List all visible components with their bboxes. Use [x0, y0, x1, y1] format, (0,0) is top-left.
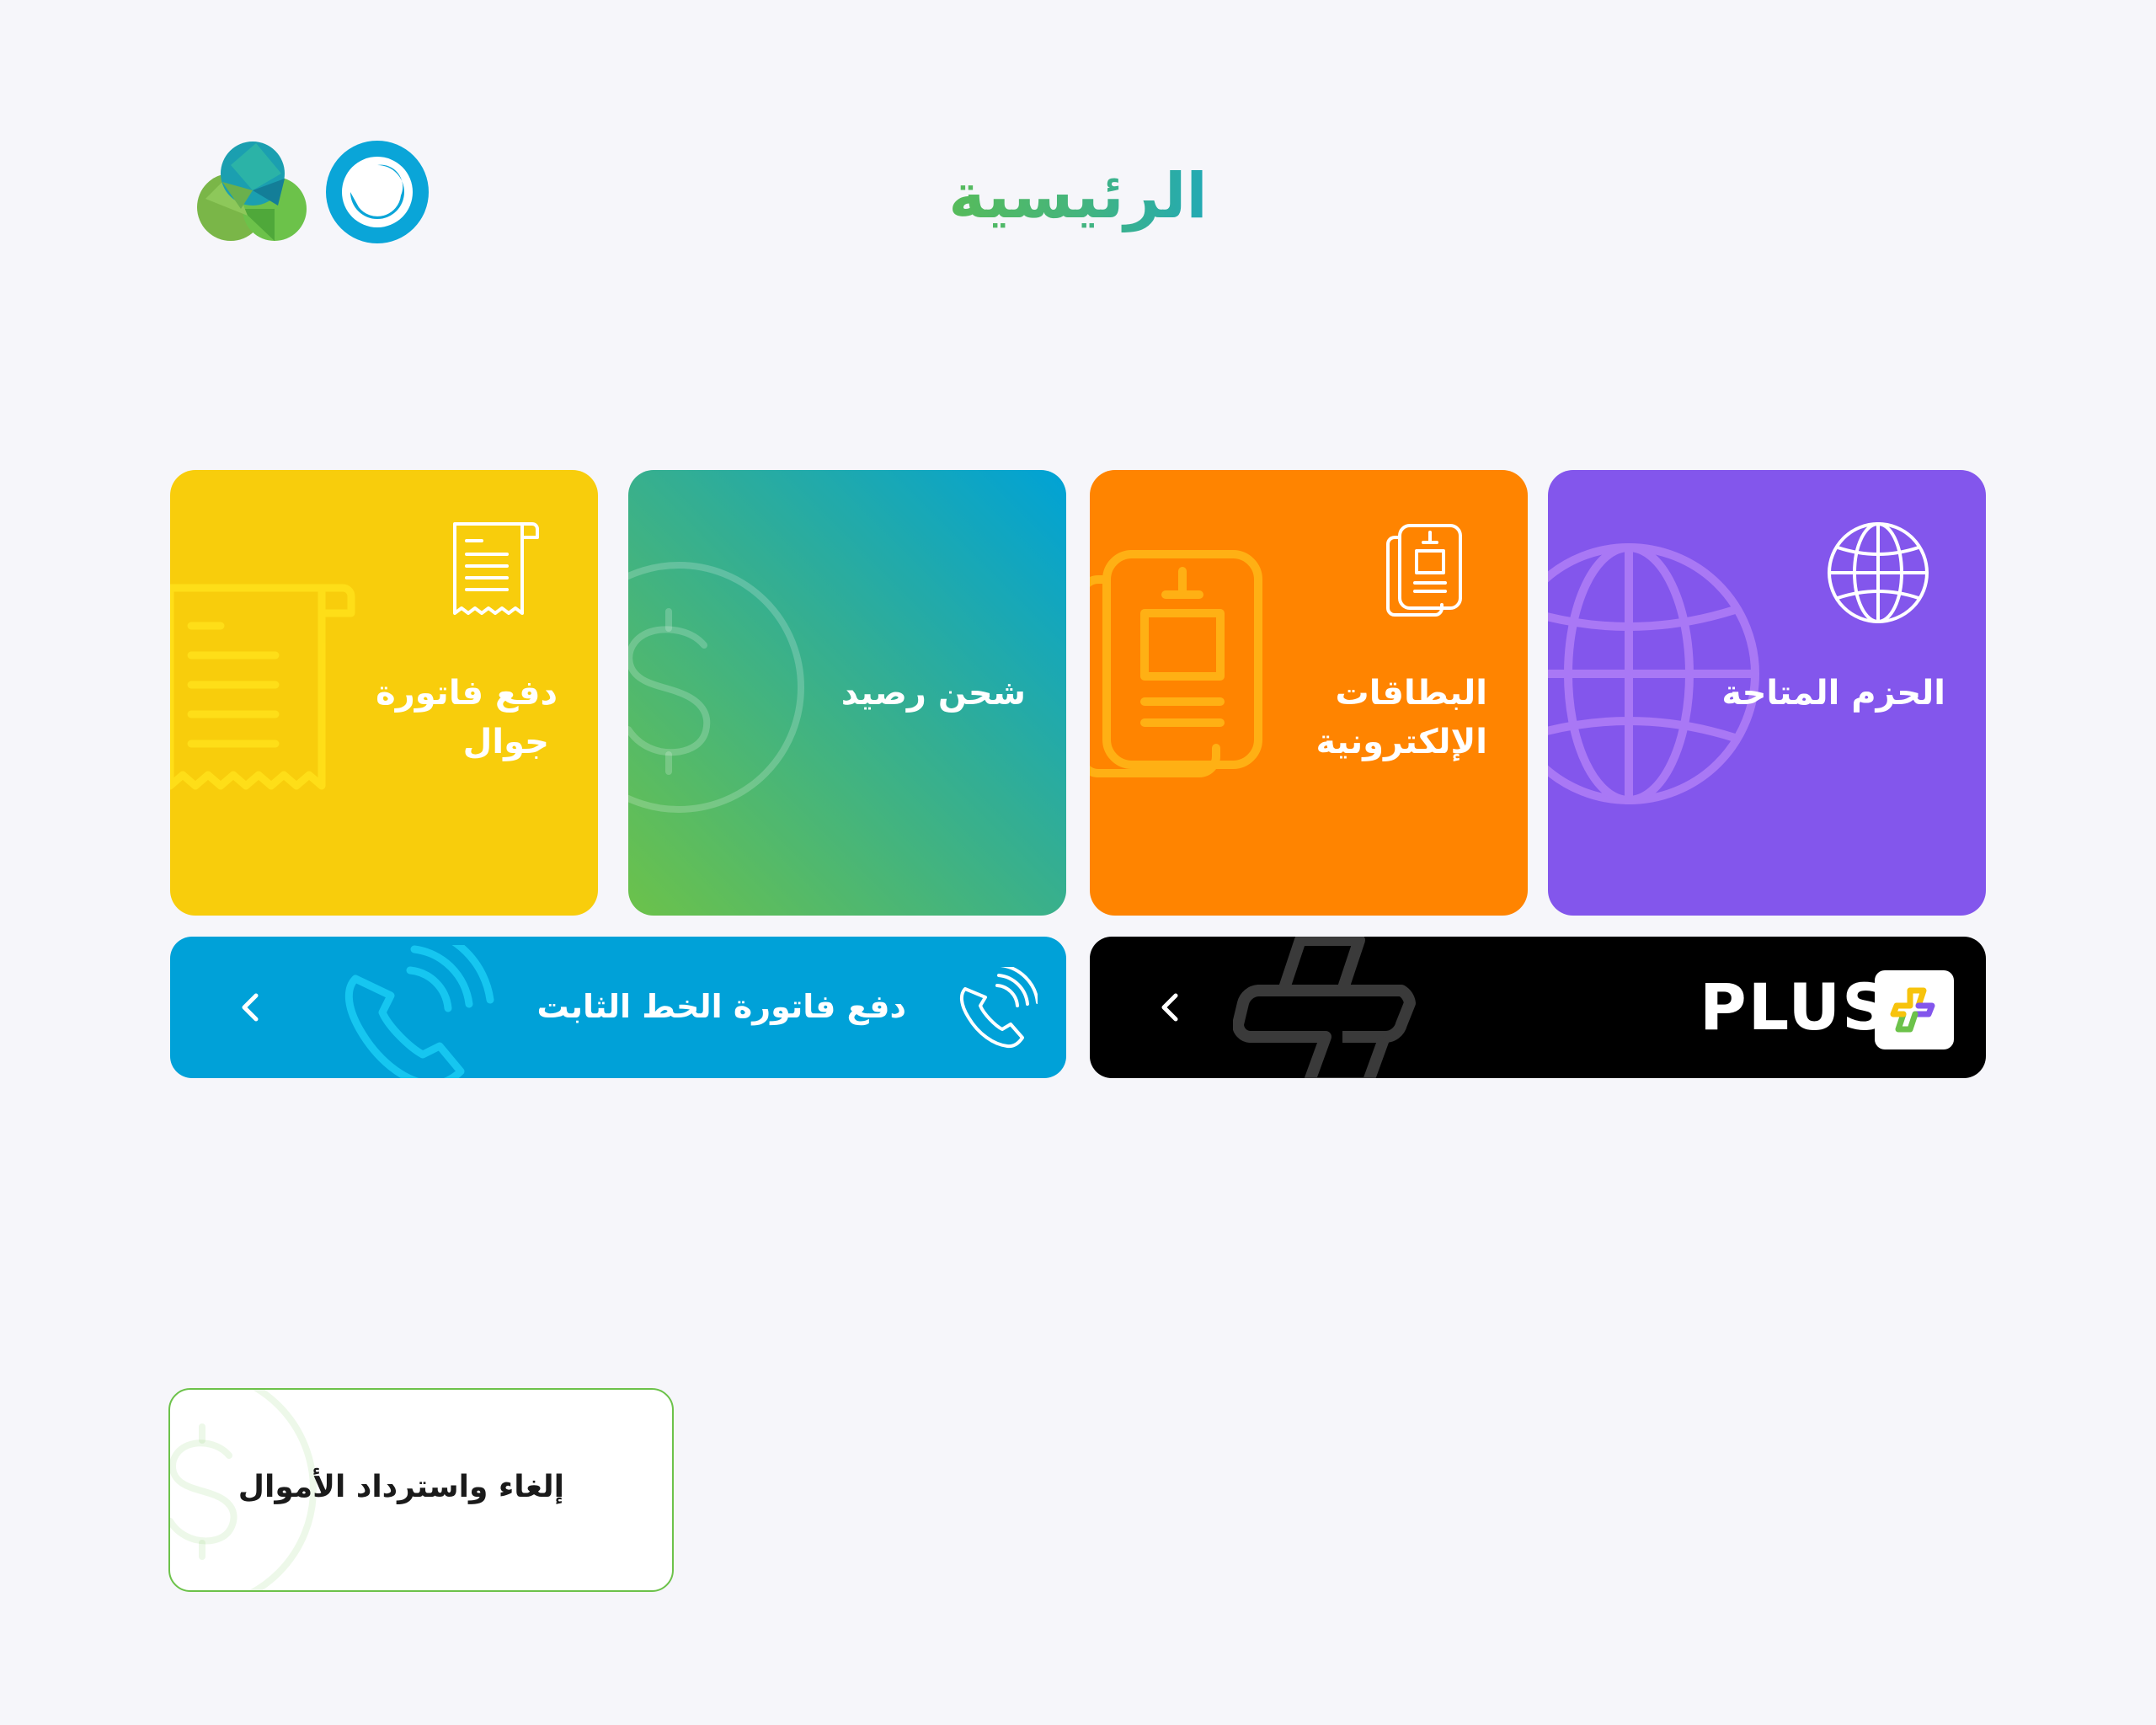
brand-logo-blue-ring: [325, 140, 430, 244]
receipt-icon: [453, 522, 539, 615]
banner-plus[interactable]: PLUS: [1090, 937, 1986, 1078]
tile-label-line2: الإلكترونية: [1315, 723, 1487, 761]
tile-label-line1: دفع فاتورة: [376, 674, 558, 713]
tile-label-line1: البطاقات: [1335, 674, 1487, 713]
page-title: الرئيسية: [910, 150, 1246, 243]
tile-available-packages[interactable]: الحزم المتاحة: [1548, 470, 1986, 916]
tile-label: دفع فاتورة جوال: [376, 669, 558, 766]
tile-recharge-balance[interactable]: شحن رصيد: [628, 470, 1066, 916]
chevron-left-icon[interactable]: [232, 989, 270, 1026]
refund-label: إلغاء واسترداد الأموال: [237, 1470, 564, 1504]
phone-ringing-icon: [959, 967, 1038, 1049]
phone-ringing-bg-icon: [344, 945, 494, 1078]
chevron-left-icon[interactable]: [1152, 989, 1189, 1026]
tile-electronic-cards[interactable]: البطاقات الإلكترونية: [1090, 470, 1528, 916]
banner-label: دفع فاتورة الخط الثابت: [536, 988, 906, 1025]
sim-cards-bg-icon: [1090, 550, 1262, 777]
banner-landline-bill[interactable]: دفع فاتورة الخط الثابت: [170, 937, 1066, 1078]
plus-brand-text: PLUS: [1700, 969, 1890, 1044]
plus-logo-icon: [1875, 970, 1954, 1049]
sim-cards-icon: [1386, 524, 1462, 617]
tile-label: البطاقات الإلكترونية: [1316, 669, 1487, 766]
plus-bg-icon: [1233, 937, 1416, 1078]
tile-mobile-bill[interactable]: دفع فاتورة جوال: [170, 470, 598, 916]
dollar-bg-icon: [628, 562, 804, 813]
receipt-bg-icon: [170, 584, 355, 790]
refund-card[interactable]: إلغاء واسترداد الأموال: [168, 1388, 674, 1592]
tile-label-line2: جوال: [462, 723, 549, 761]
tile-label: الحزم المتاحة: [1721, 674, 1945, 713]
brand-logo-green-cluster: [197, 140, 308, 244]
globe-icon: [1828, 522, 1929, 623]
tile-label: شحن رصيد: [841, 674, 1026, 713]
